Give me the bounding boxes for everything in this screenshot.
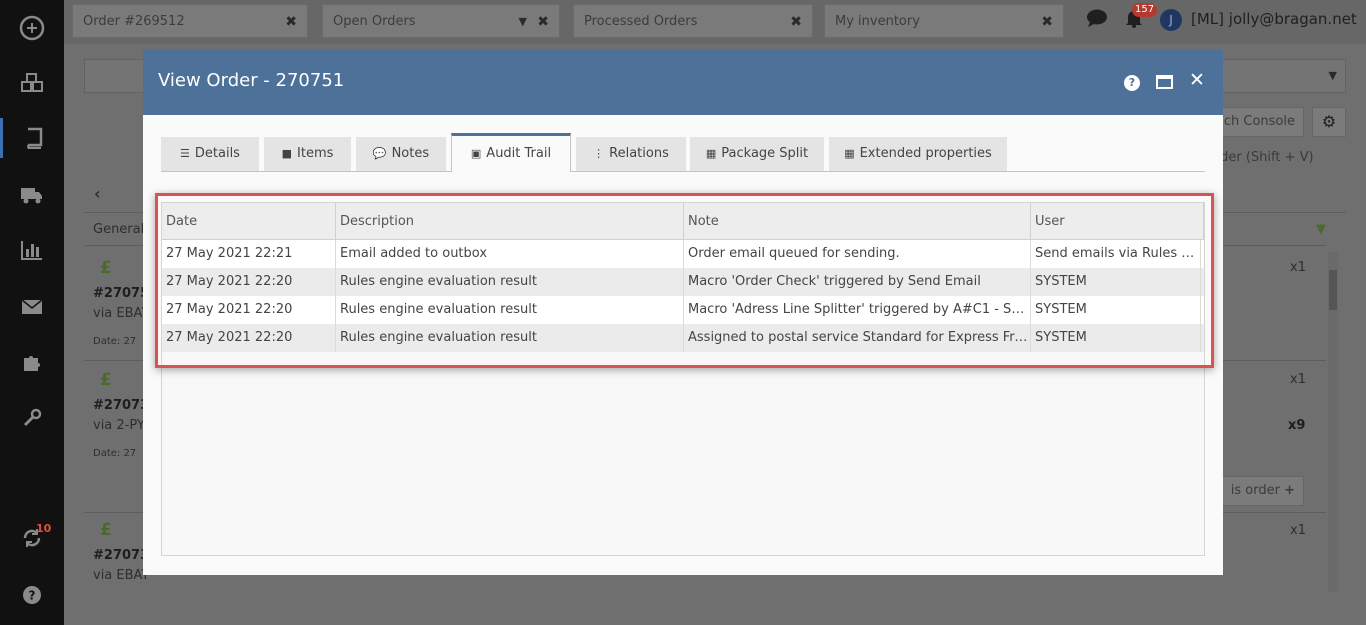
tab-package-split[interactable]: ▦ Package Split [690,137,824,171]
app-tab-label: Open Orders [333,14,416,29]
tab-label: Details [194,146,240,161]
tab-notes[interactable]: 💬 Notes [356,137,446,171]
app-tab-order[interactable]: Order #269512 ✖ [72,4,308,38]
tab-extended-properties[interactable]: ▦ Extended properties [829,137,1007,171]
truck-icon[interactable] [0,175,64,215]
maximize-icon[interactable] [1156,75,1173,89]
app-tab-label: Processed Orders [584,14,698,29]
close-tab-icon[interactable]: ✖ [285,5,297,39]
app-tab-open-orders[interactable]: Open Orders ▼ ✖ [322,4,560,38]
left-sidebar: 10 ? [0,0,64,625]
notification-badge: 157 [1132,3,1158,17]
square-icon: ■ [281,147,293,160]
create-order-label: is order [1230,483,1280,498]
order-qty: x1 [1290,523,1306,538]
tab-audit-trail[interactable]: ▣ Audit Trail [451,133,571,172]
order-date: Date: 27 [93,336,137,347]
order-via: via 2-PY [93,418,145,433]
tab-details[interactable]: ☰ Details [161,137,259,171]
close-icon[interactable]: ✕ [1189,69,1205,91]
order-number[interactable]: #27073 [93,548,149,563]
help-icon[interactable]: ? [0,575,64,615]
envelope-icon[interactable] [0,287,64,327]
top-tab-bar: Order #269512 ✖ Open Orders ▼ ✖ Processe… [64,0,1366,44]
book-icon[interactable] [0,118,64,158]
app-tab-label: My inventory [835,14,920,29]
order-qty: x1 [1290,372,1306,387]
close-tab-icon[interactable]: ✖ [537,5,549,39]
currency-icon: £ [100,370,112,390]
highlight-box [155,193,1214,368]
archive-icon: ▣ [470,147,482,160]
order-date: Date: 27 [93,448,137,459]
close-tab-icon[interactable]: ✖ [1041,5,1053,39]
tab-label: Audit Trail [486,146,552,161]
chat-icon[interactable] [1086,8,1110,30]
order-qty-second: x9 [1288,418,1306,433]
sync-icon[interactable]: 10 [0,518,64,558]
order-via: via EBAY [93,306,150,321]
tab-label: Notes [391,146,430,161]
tab-label: Items [297,146,334,161]
plus-icon: + [1284,483,1295,498]
chart-icon[interactable] [0,230,64,270]
modal-tabs: ☰ Details ■ Items 💬 Notes ▣ Audit Trail ⋮ Rel… [161,133,1205,172]
order-number[interactable]: #27073 [93,398,149,413]
tab-label: Extended properties [859,146,992,161]
chevron-down-icon: ▼ [1328,69,1337,82]
order-number[interactable]: #27075 [93,286,149,301]
app-tab-processed-orders[interactable]: Processed Orders ✖ [573,4,813,38]
modal-title: View Order - 270751 [158,70,345,91]
modal-header: View Order - 270751 ? ✕ [143,50,1223,115]
comments-icon: 💬 [372,147,387,160]
svg-text:?: ? [29,589,36,603]
back-arrow-icon[interactable]: ‹ [94,184,101,203]
sitemap-icon: ⋮ [593,147,605,160]
help-icon[interactable]: ? [1124,75,1140,91]
avatar[interactable]: J [1160,9,1182,31]
currency-icon: £ [100,258,112,278]
sync-badge: 10 [36,522,52,535]
list-icon: ☰ [180,147,190,160]
filter-icon[interactable]: ▼ [1316,222,1326,237]
app-tab-my-inventory[interactable]: My inventory ✖ [824,4,1064,38]
tab-label: Package Split [721,146,809,161]
order-qty: x1 [1290,260,1306,275]
wrench-icon[interactable] [0,398,64,438]
chevron-down-icon[interactable]: ▼ [519,5,527,39]
tab-relations[interactable]: ⋮ Relations [576,137,686,171]
app-tab-label: Order #269512 [83,14,185,29]
cubes-icon[interactable] [0,63,64,103]
list-scrollbar-thumb[interactable] [1329,270,1337,310]
logo-icon[interactable] [0,8,64,48]
gear-icon[interactable]: ⚙ [1312,107,1346,137]
close-tab-icon[interactable]: ✖ [790,5,802,39]
tab-label: Relations [609,146,669,161]
general-column-label: General [93,222,145,237]
order-via: via EBAY [93,568,150,583]
user-email[interactable]: [ML] jolly@bragan.net [1191,10,1357,28]
tab-items[interactable]: ■ Items [264,137,351,171]
th-large-icon: ▦ [705,147,717,160]
currency-icon: £ [100,520,112,540]
th-large-icon: ▦ [844,147,855,160]
puzzle-icon[interactable] [0,342,64,382]
